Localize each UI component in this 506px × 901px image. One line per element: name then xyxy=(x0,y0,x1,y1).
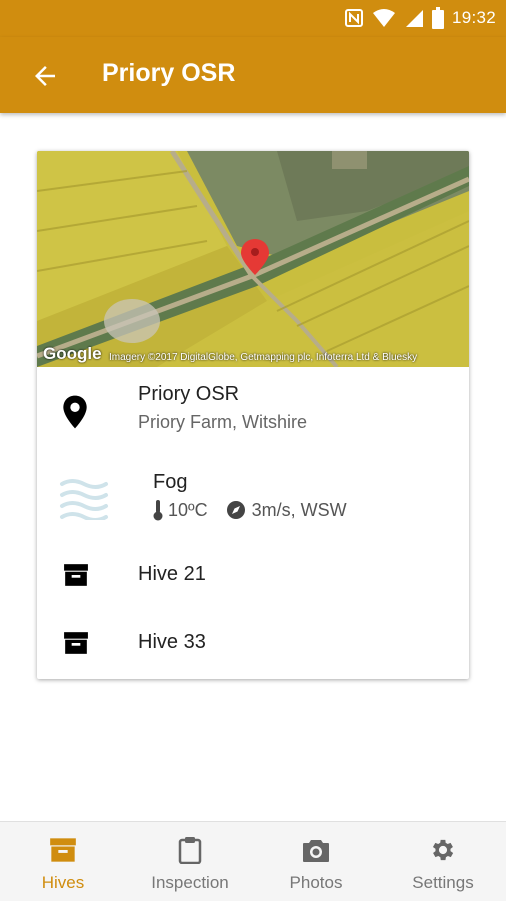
clipboard-icon xyxy=(178,837,202,864)
google-logo: Google xyxy=(43,344,102,363)
tab-label: Hives xyxy=(41,873,85,892)
back-arrow-icon[interactable] xyxy=(30,61,60,91)
weather-temperature: 10ºC xyxy=(168,499,208,520)
location-subtitle: Priory Farm, Witshire xyxy=(138,412,308,432)
tab-label: Photos xyxy=(289,873,343,892)
weather-wind: 3m/s, WSW xyxy=(251,499,347,520)
status-bar: 19:32 xyxy=(0,0,506,37)
map-attribution: Imagery ©2017 DigitalGlobe, Getmapping p… xyxy=(109,352,418,363)
wifi-icon xyxy=(372,9,395,27)
hive-label: Hive 21 xyxy=(138,563,206,585)
camera-icon xyxy=(303,840,329,862)
signal-icon xyxy=(405,10,423,27)
weather-condition: Fog xyxy=(153,471,188,493)
location-name: Priory OSR xyxy=(138,383,240,405)
compass-icon xyxy=(226,501,245,519)
nfc-icon xyxy=(344,9,363,27)
tab-hives[interactable]: Hives xyxy=(0,822,126,901)
archive-icon xyxy=(50,838,76,862)
weather-details: 10ºC 3m/s, WSW xyxy=(152,499,347,521)
satellite-map[interactable]: Google Imagery ©2017 DigitalGlobe, Getma… xyxy=(37,151,469,369)
status-time: 19:32 xyxy=(451,8,496,27)
app-bar: Priory OSR xyxy=(0,37,506,113)
gear-icon xyxy=(432,839,454,861)
tab-settings[interactable]: Settings xyxy=(380,822,506,901)
hive-row[interactable]: Hive 21 xyxy=(37,541,469,609)
hive-label: Hive 33 xyxy=(138,631,206,653)
archive-icon xyxy=(64,564,88,586)
tab-label: Inspection xyxy=(151,873,229,892)
page-title: Priory OSR xyxy=(102,59,236,87)
bottom-navigation: Hives Inspection Photos Settings xyxy=(0,821,506,901)
archive-icon xyxy=(64,632,88,654)
tab-label: Settings xyxy=(412,873,474,892)
fog-icon xyxy=(60,479,108,520)
location-row[interactable]: Priory OSR Priory Farm, Witshire xyxy=(37,367,469,451)
tab-inspection[interactable]: Inspection xyxy=(127,822,253,901)
map-image xyxy=(37,151,469,369)
apiary-card: Google Imagery ©2017 DigitalGlobe, Getma… xyxy=(37,151,469,679)
location-pin-icon xyxy=(63,395,87,429)
hive-row[interactable]: Hive 33 xyxy=(37,609,469,677)
thermometer-icon xyxy=(153,500,163,521)
battery-icon xyxy=(431,7,444,29)
tab-photos[interactable]: Photos xyxy=(253,822,379,901)
